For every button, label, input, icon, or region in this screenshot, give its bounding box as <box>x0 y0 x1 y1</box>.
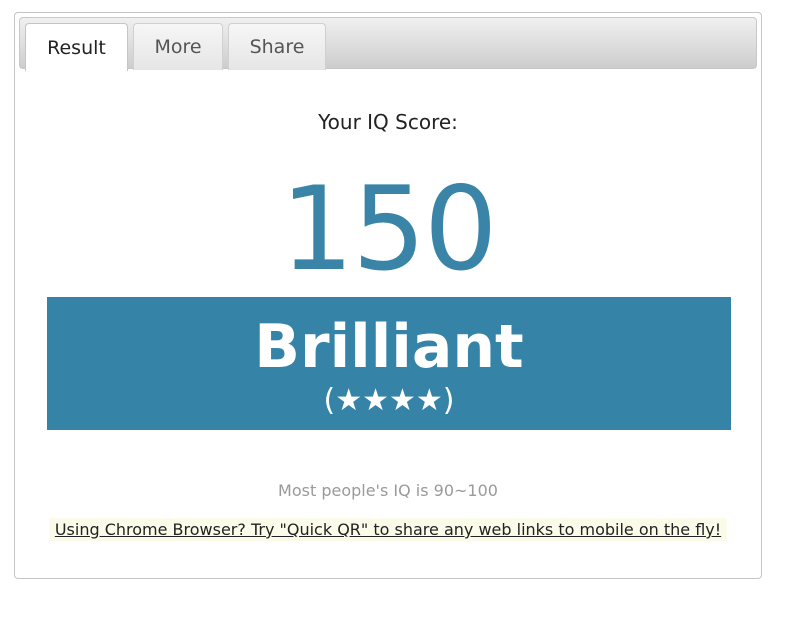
result-panel: Result More Share Your IQ Score: 150 Bri… <box>14 12 762 579</box>
tab-bar: Result More Share <box>19 17 757 71</box>
quick-qr-promo-link[interactable]: Using Chrome Browser? Try "Quick QR" to … <box>48 518 728 541</box>
tab-share[interactable]: Share <box>228 23 326 70</box>
rating-title: Brilliant <box>254 312 524 382</box>
score-label: Your IQ Score: <box>318 110 458 134</box>
rating-stars: (★★★★) <box>323 383 455 418</box>
iq-score: 150 <box>280 162 497 297</box>
tab-result[interactable]: Result <box>25 23 128 71</box>
common-iq-note: Most people's IQ is 90~100 <box>278 481 498 500</box>
promo-container: Using Chrome Browser? Try "Quick QR" to … <box>15 518 761 541</box>
tab-more[interactable]: More <box>133 23 223 70</box>
rating-banner: Brilliant (★★★★) <box>47 297 731 430</box>
